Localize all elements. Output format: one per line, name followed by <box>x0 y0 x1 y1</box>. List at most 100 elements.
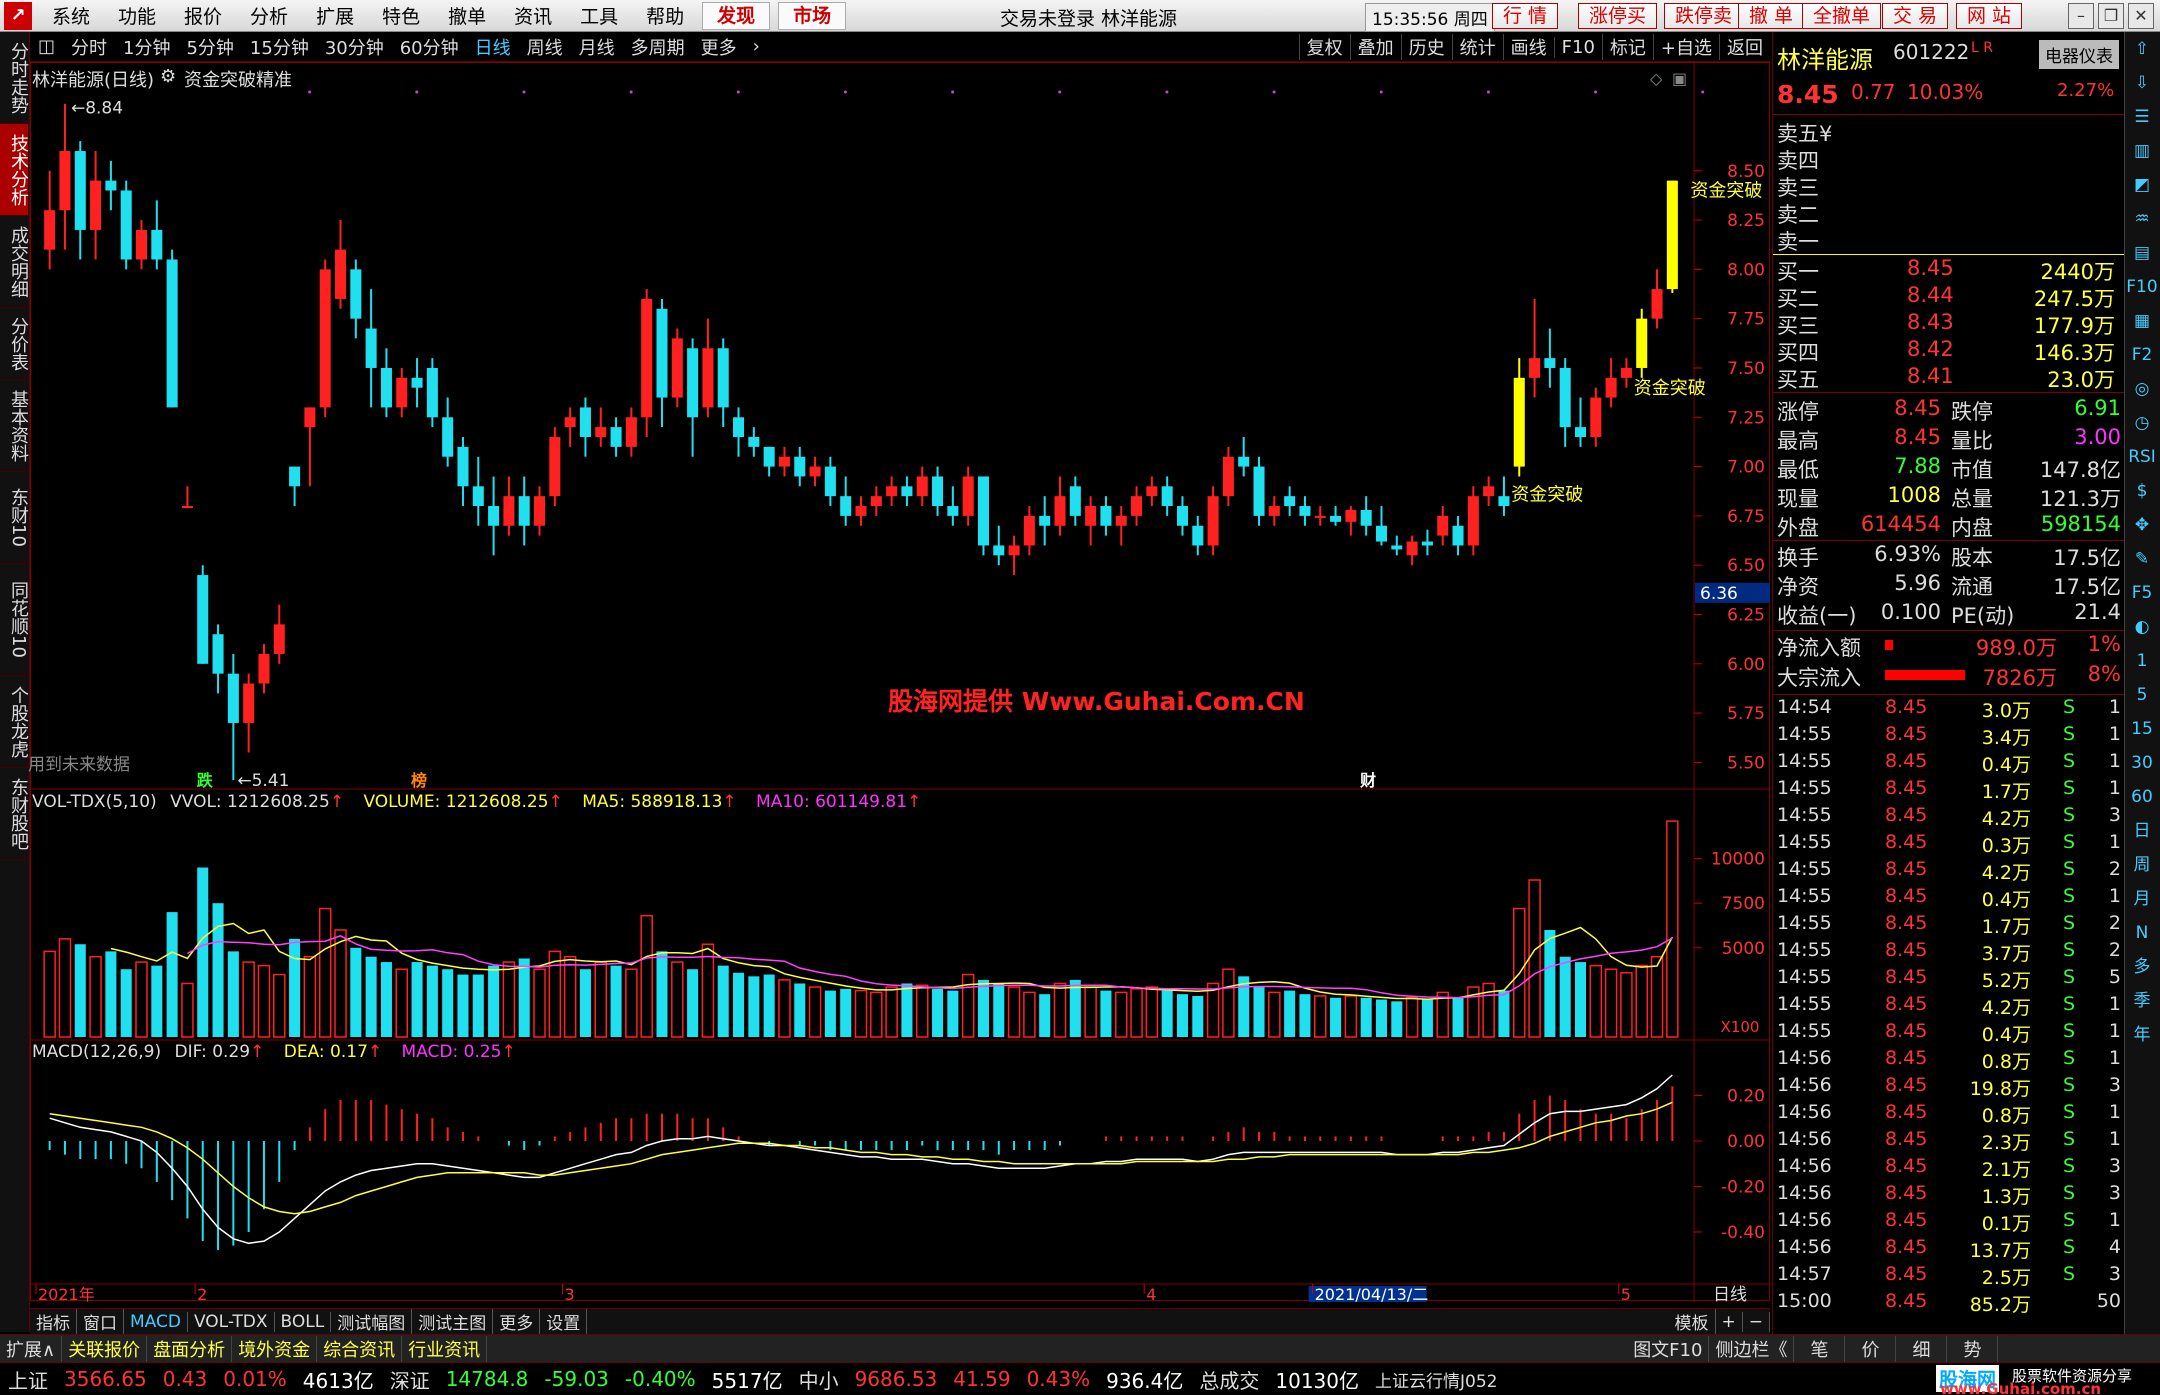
toggle-panel-icon[interactable]: ◫ <box>30 36 63 57</box>
indicator-tab-0[interactable]: 指标 <box>30 1309 77 1334</box>
left-nav-item-7[interactable]: 个股龙虎 <box>0 676 29 768</box>
tool-5[interactable]: F10 <box>1553 36 1602 58</box>
quote-tab-2[interactable]: 细 <box>1896 1335 1948 1362</box>
right-tool-11[interactable]: ◷ <box>2125 406 2159 440</box>
menu-item-9[interactable]: 帮助 <box>632 2 698 29</box>
left-nav-item-6[interactable]: 同花顺10 <box>0 564 29 676</box>
right-tool-22[interactable]: 60 <box>2125 780 2159 814</box>
right-tool-5[interactable]: ♒ <box>2125 202 2159 236</box>
indicator-settings-icon[interactable]: ⚙ <box>160 66 176 87</box>
trade-button-3[interactable]: 撤 单 <box>1738 3 1805 29</box>
index-zx-label[interactable]: 中小 <box>791 1365 847 1394</box>
close-icon[interactable]: ✕ <box>2128 3 2154 29</box>
indicator-tab-4[interactable]: BOLL <box>275 1311 332 1332</box>
left-nav-item-5[interactable]: 东财10 <box>0 472 29 564</box>
period-4[interactable]: 30分钟 <box>317 34 392 60</box>
right-tool-15[interactable]: ✎ <box>2125 542 2159 576</box>
right-tool-1[interactable]: ⇩ <box>2125 66 2159 100</box>
minimize-icon[interactable]: – <box>2068 3 2094 29</box>
left-nav-item-8[interactable]: 东财股吧 <box>0 768 29 860</box>
right-tool-28[interactable]: 季 <box>2125 984 2159 1018</box>
right-tool-24[interactable]: 周 <box>2125 848 2159 882</box>
right-tool-2[interactable]: ☰ <box>2125 100 2159 134</box>
menu-item-2[interactable]: 报价 <box>170 2 236 29</box>
menu-item-1[interactable]: 功能 <box>104 2 170 29</box>
right-tool-8[interactable]: ▦ <box>2125 304 2159 338</box>
trade-button-0[interactable]: 行 情 <box>1492 3 1559 29</box>
right-tool-17[interactable]: ◐ <box>2125 610 2159 644</box>
menu-highlight-0[interactable]: 发现 <box>702 1 771 30</box>
right-tool-9[interactable]: F2 <box>2125 338 2159 372</box>
index-sz-label[interactable]: 深证 <box>382 1365 438 1394</box>
menu-highlight-1[interactable]: 市场 <box>778 1 847 30</box>
period-1[interactable]: 1分钟 <box>115 34 178 60</box>
vol-indicator-name[interactable]: VOL-TDX(5,10) <box>32 792 157 812</box>
right-tool-14[interactable]: ✥ <box>2125 508 2159 542</box>
right-tool-10[interactable]: ◎ <box>2125 372 2159 406</box>
trade-button-1[interactable]: 涨停买 <box>1578 3 1658 29</box>
app-logo-icon[interactable]: ↗ <box>4 1 32 30</box>
ext-tab-0[interactable]: 扩展∧ <box>0 1335 63 1362</box>
stock-name[interactable]: 林洋能源 <box>1777 40 1873 75</box>
trade-button-4[interactable]: 全撤单 <box>1802 3 1882 29</box>
menu-item-4[interactable]: 扩展 <box>302 2 368 29</box>
menu-item-0[interactable]: 系统 <box>38 2 104 29</box>
ext-tab-2[interactable]: 盘面分析 <box>147 1335 233 1362</box>
left-nav-item-0[interactable]: 分时走势 <box>0 32 29 124</box>
right-tool-16[interactable]: F5 <box>2125 576 2159 610</box>
quote-tab-1[interactable]: 价 <box>1845 1335 1897 1362</box>
ext-tab-4[interactable]: 综合资讯 <box>317 1335 403 1362</box>
right-tool-7[interactable]: F10 <box>2125 270 2159 304</box>
indicator-tab-6[interactable]: 测试主图 <box>412 1309 494 1334</box>
indicator-tab-5[interactable]: 测试幅图 <box>331 1309 413 1334</box>
right-tool-25[interactable]: 月 <box>2125 882 2159 916</box>
tool-0[interactable]: 复权 <box>1298 34 1350 60</box>
quote-tab-0[interactable]: 笔 <box>1794 1335 1846 1362</box>
indicator-tab-3[interactable]: VOL-TDX <box>188 1311 275 1332</box>
tool-8[interactable]: 返回 <box>1719 34 1770 60</box>
ext-right-0[interactable]: 图文F10 <box>1627 1335 1710 1362</box>
left-nav-item-3[interactable]: 分价表 <box>0 308 29 380</box>
left-nav-item-1[interactable]: 技术分析 <box>0 124 29 216</box>
period-10[interactable]: 更多 <box>693 34 745 60</box>
tool-2[interactable]: 历史 <box>1400 34 1452 60</box>
trade-button-6[interactable]: 网 站 <box>1956 3 2023 29</box>
menu-item-3[interactable]: 分析 <box>236 2 302 29</box>
menu-item-6[interactable]: 撤单 <box>434 2 500 29</box>
tool-6[interactable]: 标记 <box>1601 34 1653 60</box>
right-tool-12[interactable]: RSI <box>2125 440 2159 474</box>
right-tool-29[interactable]: 年 <box>2125 1018 2159 1052</box>
period-3[interactable]: 15分钟 <box>242 34 317 60</box>
chevron-right-icon[interactable]: › <box>745 36 768 57</box>
menu-item-5[interactable]: 特色 <box>368 2 434 29</box>
right-tool-19[interactable]: 5 <box>2125 678 2159 712</box>
tool-3[interactable]: 统计 <box>1451 34 1503 60</box>
trade-button-2[interactable]: 跌停卖 <box>1664 3 1744 29</box>
template-control-0[interactable]: 模板 <box>1669 1309 1716 1334</box>
period-0[interactable]: 分时 <box>63 34 115 60</box>
indicator-tab-2[interactable]: MACD <box>124 1311 188 1332</box>
ext-tab-5[interactable]: 行业资讯 <box>402 1335 488 1362</box>
left-nav-item-2[interactable]: 成交明细 <box>0 216 29 308</box>
stock-sector[interactable]: 电器仪表 <box>2039 40 2119 69</box>
tool-1[interactable]: 叠加 <box>1349 34 1401 60</box>
right-tool-20[interactable]: 15 <box>2125 712 2159 746</box>
quote-tab-3[interactable]: 势 <box>1947 1335 1999 1362</box>
period-8[interactable]: 月线 <box>571 34 623 60</box>
period-5[interactable]: 60分钟 <box>392 34 467 60</box>
ext-right-1[interactable]: 侧边栏《 <box>1709 1335 1795 1362</box>
period-9[interactable]: 多周期 <box>623 34 693 60</box>
indicator-tab-7[interactable]: 更多 <box>493 1309 541 1334</box>
menu-item-8[interactable]: 工具 <box>566 2 632 29</box>
right-tool-27[interactable]: 多 <box>2125 950 2159 984</box>
ext-tab-3[interactable]: 境外资金 <box>232 1335 318 1362</box>
template-control-2[interactable]: − <box>1743 1311 1770 1332</box>
index-sh-label[interactable]: 上证 <box>0 1365 56 1394</box>
right-tool-3[interactable]: ▥ <box>2125 134 2159 168</box>
right-tool-21[interactable]: 30 <box>2125 746 2159 780</box>
macd-indicator-name[interactable]: MACD(12,26,9) <box>32 1042 161 1062</box>
indicator-tab-8[interactable]: 设置 <box>540 1309 588 1334</box>
ext-tab-1[interactable]: 关联报价 <box>62 1335 148 1362</box>
right-tool-6[interactable]: ▤ <box>2125 236 2159 270</box>
trade-button-5[interactable]: 交 易 <box>1882 3 1949 29</box>
